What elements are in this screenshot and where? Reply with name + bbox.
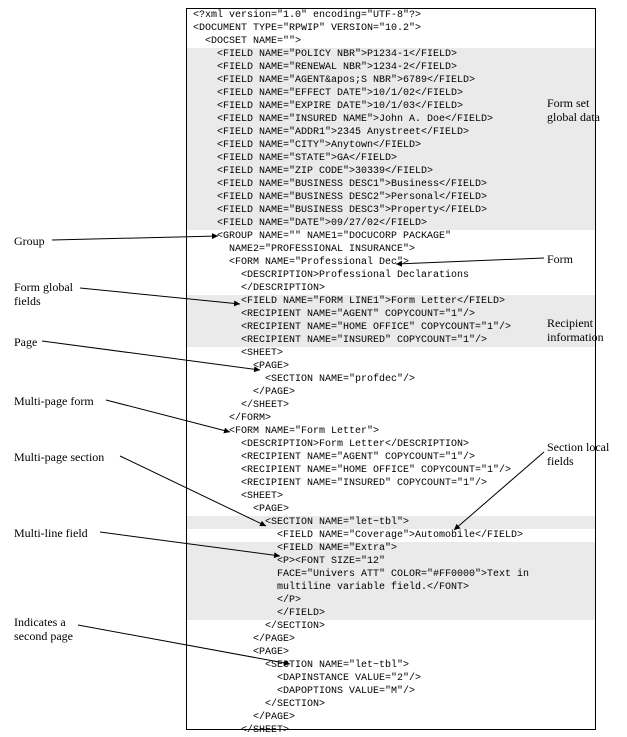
code-line: <FIELD NAME="Extra"> bbox=[187, 542, 595, 555]
code-line: </PAGE> bbox=[187, 386, 595, 399]
code-line: <SECTION NAME="profdec"/> bbox=[187, 373, 595, 386]
label-section-local: Section local fields bbox=[547, 440, 609, 468]
code-line: <RECIPIENT NAME="AGENT" COPYCOUNT="1"/> bbox=[187, 451, 595, 464]
label-form-global-fields: Form global fields bbox=[14, 280, 73, 308]
code-line: <FIELD NAME="DATE">09/27/02</FIELD> bbox=[187, 217, 595, 230]
label-recipient-info: Recipient information bbox=[547, 316, 604, 344]
xml-code-listing: <?xml version="1.0" encoding="UTF-8"?><D… bbox=[186, 8, 596, 730]
code-line: <FIELD NAME="ADDR1">2345 Anystreet</FIEL… bbox=[187, 126, 595, 139]
code-line: <FIELD NAME="EXPIRE DATE">10/1/03</FIELD… bbox=[187, 100, 595, 113]
code-line: <SHEET> bbox=[187, 490, 595, 503]
code-line: <FIELD NAME="ZIP CODE">30339</FIELD> bbox=[187, 165, 595, 178]
code-line: </P> bbox=[187, 594, 595, 607]
code-line: <GROUP NAME="" NAME1="DOCUCORP PACKAGE" bbox=[187, 230, 595, 243]
code-line: FACE="Univers ATT" COLOR="#FF0000">Text … bbox=[187, 568, 595, 581]
code-line: </PAGE> bbox=[187, 711, 595, 724]
code-line: <PAGE> bbox=[187, 503, 595, 516]
label-multi-line-field: Multi-line field bbox=[14, 526, 88, 540]
code-line: <SECTION NAME="let~tbl"> bbox=[187, 659, 595, 672]
code-line: <DAPOPTIONS VALUE="M"/> bbox=[187, 685, 595, 698]
code-line: <FIELD NAME="AGENT&apos;S NBR">6789</FIE… bbox=[187, 74, 595, 87]
code-line: <RECIPIENT NAME="INSURED" COPYCOUNT="1"/… bbox=[187, 334, 595, 347]
code-line: <RECIPIENT NAME="HOME OFFICE" COPYCOUNT=… bbox=[187, 321, 595, 334]
code-line: <DESCRIPTION>Form Letter</DESCRIPTION> bbox=[187, 438, 595, 451]
code-line: <DESCRIPTION>Professional Declarations bbox=[187, 269, 595, 282]
code-line: <FIELD NAME="BUSINESS DESC2">Personal</F… bbox=[187, 191, 595, 204]
code-line: <RECIPIENT NAME="HOME OFFICE" COPYCOUNT=… bbox=[187, 464, 595, 477]
code-line: <P><FONT SIZE="12" bbox=[187, 555, 595, 568]
label-form: Form bbox=[547, 252, 573, 266]
code-line: </PAGE> bbox=[187, 633, 595, 646]
code-line: <DOCUMENT TYPE="RPWIP" VERSION="10.2"> bbox=[187, 22, 595, 35]
code-line: <FIELD NAME="EFFECT DATE">10/1/02</FIELD… bbox=[187, 87, 595, 100]
code-line: </SECTION> bbox=[187, 698, 595, 711]
code-line: <SHEET> bbox=[187, 347, 595, 360]
label-multi-page-form: Multi-page form bbox=[14, 394, 94, 408]
code-line: NAME2="PROFESSIONAL INSURANCE"> bbox=[187, 243, 595, 256]
code-line: <FIELD NAME="POLICY NBR">P1234-1</FIELD> bbox=[187, 48, 595, 61]
code-line: </FIELD> bbox=[187, 607, 595, 620]
code-line: <FIELD NAME="RENEWAL NBR">1234-2</FIELD> bbox=[187, 61, 595, 74]
label-form-set-global: Form set global data bbox=[547, 96, 600, 124]
code-line: <FORM NAME="Form Letter"> bbox=[187, 425, 595, 438]
code-line: <FIELD NAME="FORM LINE1">Form Letter</FI… bbox=[187, 295, 595, 308]
label-second-page: Indicates a second page bbox=[14, 615, 73, 643]
label-group: Group bbox=[14, 234, 45, 248]
code-line: </SHEET> bbox=[187, 399, 595, 412]
code-line: <FIELD NAME="BUSINESS DESC1">Business</F… bbox=[187, 178, 595, 191]
code-line: <FIELD NAME="CITY">Anytown</FIELD> bbox=[187, 139, 595, 152]
code-line: <FORM NAME="Professional Dec"> bbox=[187, 256, 595, 269]
code-line: <PAGE> bbox=[187, 646, 595, 659]
code-line: <FIELD NAME="Coverage">Automobile</FIELD… bbox=[187, 529, 595, 542]
code-line: </SECTION> bbox=[187, 620, 595, 633]
code-line: </DESCRIPTION> bbox=[187, 282, 595, 295]
code-line: <FIELD NAME="BUSINESS DESC3">Property</F… bbox=[187, 204, 595, 217]
label-page: Page bbox=[14, 335, 37, 349]
code-line: <RECIPIENT NAME="AGENT" COPYCOUNT="1"/> bbox=[187, 308, 595, 321]
code-line: multiline variable field.</FONT> bbox=[187, 581, 595, 594]
label-multi-page-section: Multi-page section bbox=[14, 450, 104, 464]
code-line: </FORM> bbox=[187, 412, 595, 425]
code-line: </SHEET> bbox=[187, 724, 595, 737]
code-line: <RECIPIENT NAME="INSURED" COPYCOUNT="1"/… bbox=[187, 477, 595, 490]
code-line: <SECTION NAME="let~tbl"> bbox=[187, 516, 595, 529]
code-line: <PAGE> bbox=[187, 360, 595, 373]
code-line: <FIELD NAME="STATE">GA</FIELD> bbox=[187, 152, 595, 165]
code-line: <FIELD NAME="INSURED NAME">John A. Doe</… bbox=[187, 113, 595, 126]
code-line: <DOCSET NAME=""> bbox=[187, 35, 595, 48]
code-line: <?xml version="1.0" encoding="UTF-8"?> bbox=[187, 9, 595, 22]
code-line: <DAPINSTANCE VALUE="2"/> bbox=[187, 672, 595, 685]
